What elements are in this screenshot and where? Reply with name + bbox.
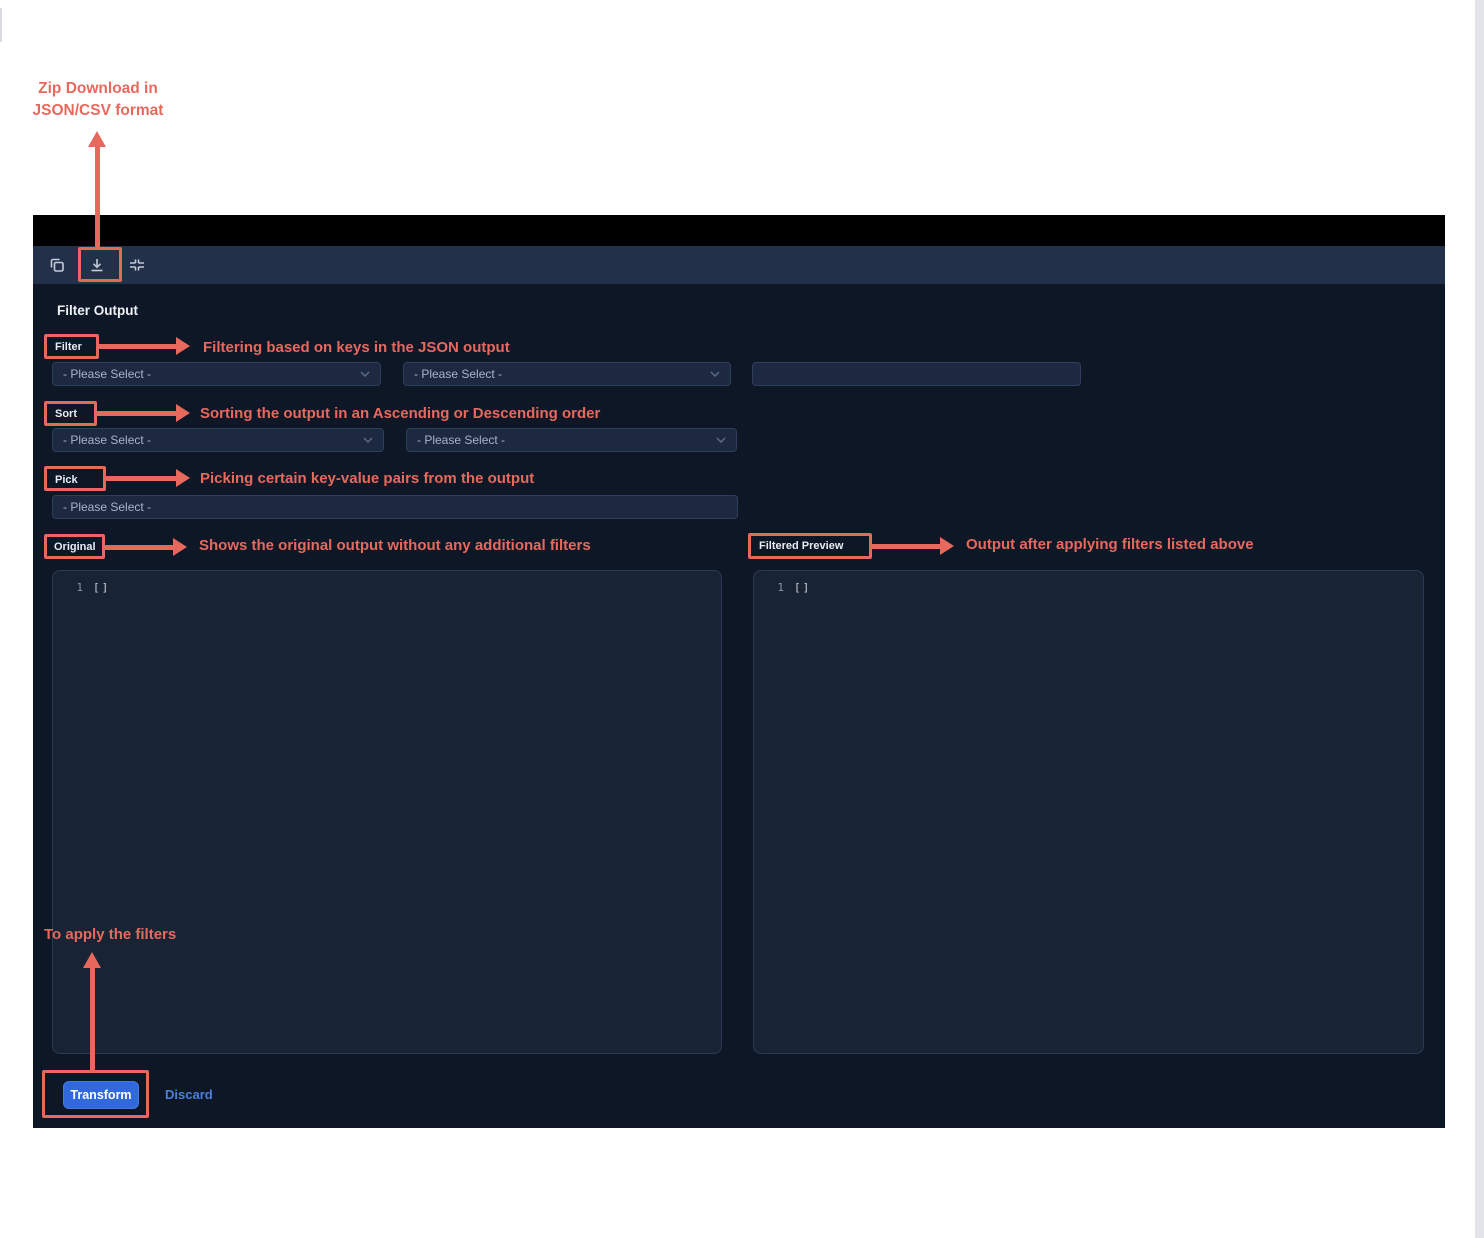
- chevron-down-icon: [363, 437, 373, 443]
- chevron-down-icon: [710, 371, 720, 377]
- arrow-up-head: [88, 131, 106, 147]
- line-number: 1: [73, 581, 83, 594]
- annotation-apply-filters: To apply the filters: [44, 924, 176, 946]
- filter-operator-select-value: - Please Select -: [414, 367, 502, 381]
- arrow-stem: [99, 344, 177, 349]
- arrow-stem: [90, 967, 95, 1070]
- scrollbar-track[interactable]: [1475, 0, 1484, 1238]
- annotation-original: Shows the original output without any ad…: [199, 535, 591, 557]
- copy-icon: [48, 256, 66, 274]
- arrow-up-head: [83, 952, 101, 968]
- highlight-box-download: [78, 247, 122, 282]
- filter-key-select[interactable]: - Please Select -: [52, 362, 381, 386]
- arrow-stem: [872, 544, 941, 549]
- collapse-button[interactable]: [125, 253, 149, 277]
- toolbar: [33, 246, 1445, 284]
- arrow-right-head: [940, 537, 954, 555]
- arrow-stem: [95, 146, 100, 247]
- pick-keys-select-value: - Please Select -: [63, 500, 151, 514]
- page-title: Filter Output: [57, 303, 138, 318]
- highlight-box-original: [44, 534, 105, 559]
- arrow-stem: [105, 545, 174, 550]
- sort-key-select-value: - Please Select -: [63, 433, 151, 447]
- highlight-box-pick: [44, 466, 106, 491]
- original-output-editor[interactable]: 1 []: [52, 570, 722, 1054]
- highlight-box-transform: [42, 1070, 149, 1118]
- code-content: []: [794, 581, 811, 594]
- collapse-icon: [128, 256, 146, 274]
- annotation-zip-download: Zip Download in JSON/CSV format: [18, 78, 178, 123]
- page-edge-line: [0, 8, 2, 42]
- discard-link[interactable]: Discard: [165, 1087, 213, 1102]
- arrow-right-head: [176, 337, 190, 355]
- sort-order-select-value: - Please Select -: [417, 433, 505, 447]
- filter-value-input[interactable]: [752, 362, 1081, 386]
- annotation-filtered-preview: Output after applying filters listed abo…: [966, 534, 1254, 556]
- annotation-zip-line1: Zip Download in: [18, 78, 178, 100]
- code-content: []: [93, 581, 110, 594]
- arrow-stem: [97, 411, 177, 416]
- annotation-pick: Picking certain key-value pairs from the…: [200, 468, 534, 490]
- sort-key-select[interactable]: - Please Select -: [52, 428, 384, 452]
- chevron-down-icon: [716, 437, 726, 443]
- arrow-stem: [106, 476, 177, 481]
- arrow-right-head: [173, 538, 187, 556]
- filtered-preview-editor[interactable]: 1 []: [753, 570, 1424, 1054]
- editor-line: 1 []: [754, 571, 1423, 594]
- chevron-down-icon: [360, 371, 370, 377]
- annotation-sort: Sorting the output in an Ascending or De…: [200, 403, 600, 425]
- highlight-box-filtered-preview: [748, 533, 872, 559]
- highlight-box-sort: [44, 401, 97, 426]
- filter-operator-select[interactable]: - Please Select -: [403, 362, 731, 386]
- arrow-right-head: [176, 469, 190, 487]
- copy-button[interactable]: [45, 253, 69, 277]
- line-number: 1: [774, 581, 784, 594]
- arrow-right-head: [176, 404, 190, 422]
- highlight-box-filter: [44, 334, 99, 359]
- sort-order-select[interactable]: - Please Select -: [406, 428, 737, 452]
- annotation-zip-line2: JSON/CSV format: [18, 100, 178, 122]
- editor-line: 1 []: [53, 571, 721, 594]
- pick-keys-select[interactable]: - Please Select -: [52, 495, 738, 519]
- window-top-bar: [33, 215, 1445, 246]
- annotation-filter: Filtering based on keys in the JSON outp…: [203, 337, 510, 359]
- filter-key-select-value: - Please Select -: [63, 367, 151, 381]
